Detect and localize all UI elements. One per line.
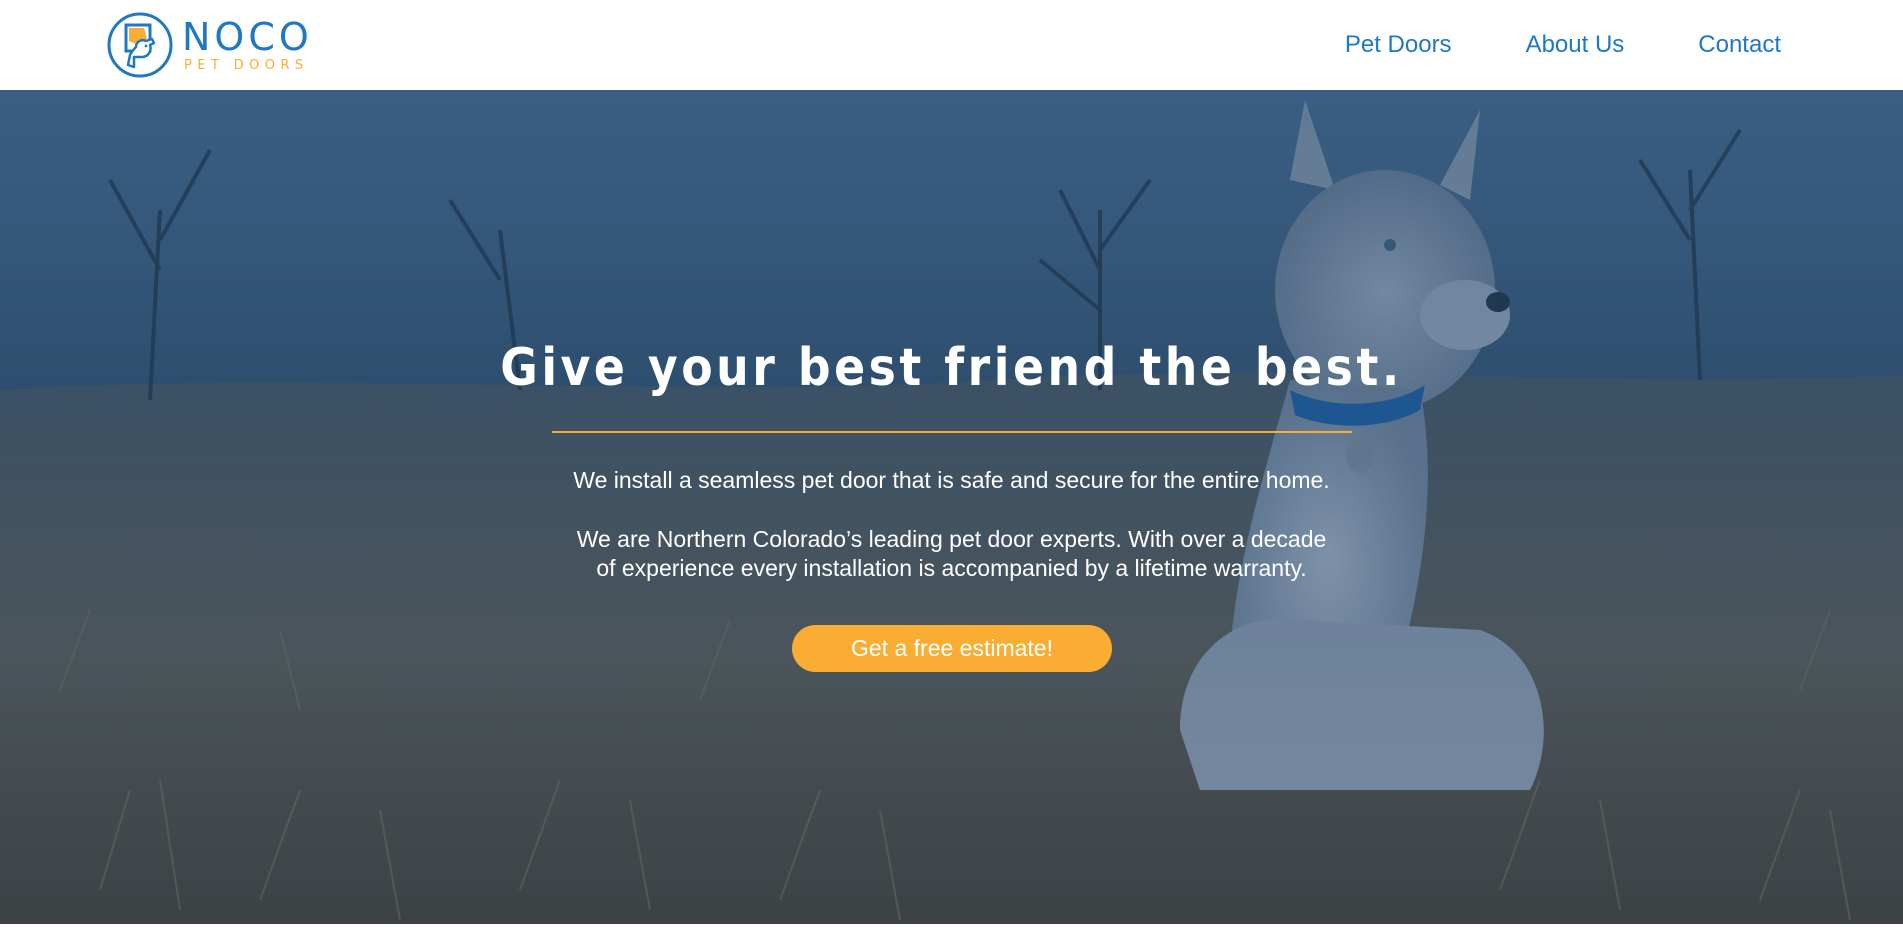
nav-link-about-us[interactable]: About Us [1526, 31, 1625, 59]
hero-divider [552, 431, 1352, 433]
nav-link-contact[interactable]: Contact [1698, 31, 1781, 59]
free-estimate-button[interactable]: Get a free estimate! [792, 625, 1112, 672]
dog-in-door-logo-icon [107, 12, 173, 78]
hero-content: Give your best friend the best. We insta… [0, 90, 1903, 924]
brand-name: NOCO [182, 14, 313, 59]
hero-title: Give your best friend the best. [500, 338, 1403, 398]
brand-subtitle: PET DOORS [184, 57, 309, 73]
main-nav: Pet Doors About Us Contact [1271, 0, 1781, 90]
hero-intro-text: We install a seamless pet door that is s… [573, 467, 1330, 493]
home-logo-link[interactable]: NOCO PET DOORS [106, 11, 313, 79]
hero-experience-line-1: We are Northern Colorado’s leading pet d… [576, 526, 1327, 552]
nav-link-pet-doors[interactable]: Pet Doors [1345, 31, 1452, 59]
site-header: NOCO PET DOORS Pet Doors About Us Contac… [0, 0, 1903, 90]
hero-experience-line-2: of experience every installation is acco… [596, 555, 1307, 581]
hero-experience-text: We are Northern Colorado’s leading pet d… [0, 525, 1903, 583]
hero-section: Give your best friend the best. We insta… [0, 90, 1903, 924]
